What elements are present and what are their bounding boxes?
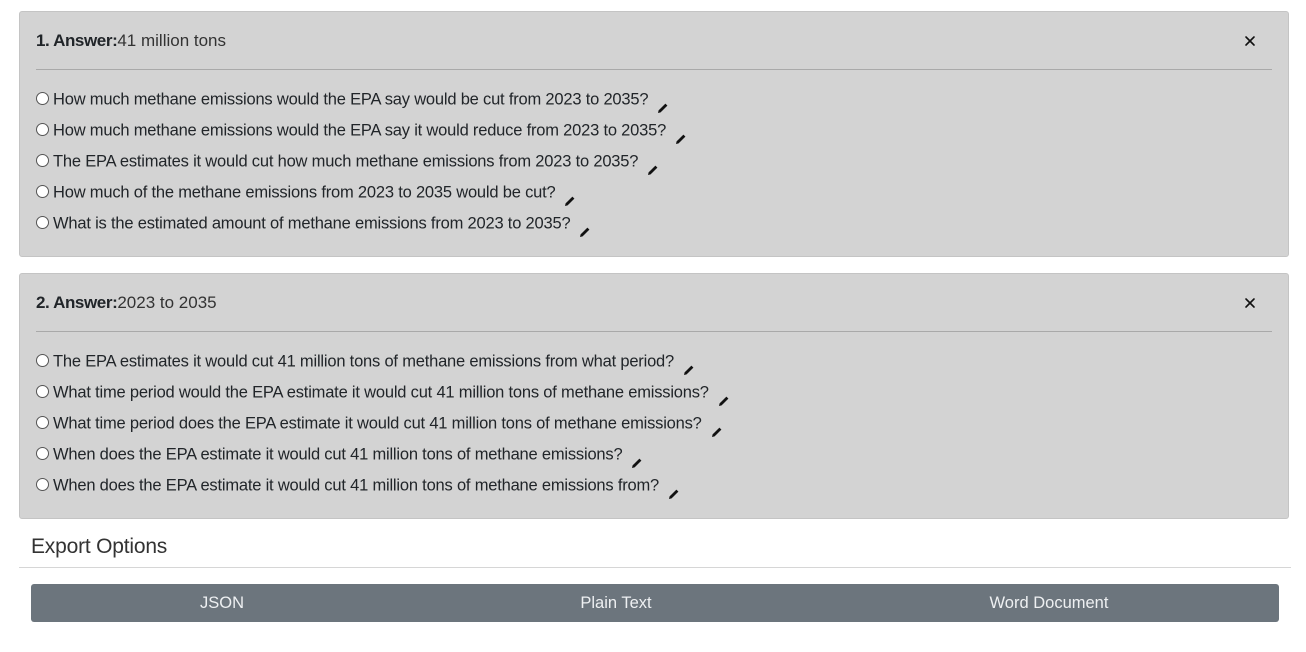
answer-label: 2. Answer: bbox=[36, 293, 118, 312]
radio-button[interactable] bbox=[36, 477, 49, 491]
question-text: What time period does the EPA estimate i… bbox=[53, 414, 702, 433]
export-json-button[interactable]: JSON bbox=[31, 584, 413, 622]
question-item: The EPA estimates it would cut 41 millio… bbox=[36, 348, 730, 379]
question-text: How much methane emissions would the EPA… bbox=[53, 121, 667, 140]
pencil-icon[interactable] bbox=[657, 96, 669, 113]
pencil-icon[interactable] bbox=[718, 389, 730, 406]
question-item: How much methane emissions would the EPA… bbox=[36, 117, 687, 148]
answer-label: 1. Answer: bbox=[36, 31, 118, 50]
answer-value: 2023 to 2035 bbox=[117, 293, 217, 312]
export-options-heading: Export Options bbox=[31, 535, 168, 558]
question-text: How much methane emissions would the EPA… bbox=[53, 90, 649, 109]
question-list: The EPA estimates it would cut 41 millio… bbox=[36, 348, 730, 503]
answer-title: 1. Answer:41 million tons bbox=[36, 31, 226, 51]
question-text: When does the EPA estimate it would cut … bbox=[53, 445, 623, 464]
pencil-icon[interactable] bbox=[564, 189, 576, 206]
radio-button[interactable] bbox=[36, 184, 49, 198]
radio-button[interactable] bbox=[36, 446, 49, 460]
question-item: How much methane emissions would the EPA… bbox=[36, 86, 687, 117]
question-text: How much of the methane emissions from 2… bbox=[53, 183, 556, 202]
question-item: When does the EPA estimate it would cut … bbox=[36, 472, 730, 503]
radio-button[interactable] bbox=[36, 153, 49, 167]
pencil-icon[interactable] bbox=[711, 420, 723, 437]
question-list: How much methane emissions would the EPA… bbox=[36, 86, 687, 241]
question-text: The EPA estimates it would cut 41 millio… bbox=[53, 352, 674, 371]
answer-value: 41 million tons bbox=[117, 31, 227, 50]
pencil-icon[interactable] bbox=[675, 127, 687, 144]
radio-button[interactable] bbox=[36, 415, 49, 429]
export-word-document-button[interactable]: Word Document bbox=[819, 584, 1279, 622]
pencil-icon[interactable] bbox=[647, 158, 659, 175]
pencil-icon[interactable] bbox=[579, 220, 591, 237]
question-item: The EPA estimates it would cut how much … bbox=[36, 148, 687, 179]
close-icon[interactable] bbox=[1242, 295, 1258, 311]
radio-button[interactable] bbox=[36, 215, 49, 229]
answer-card-header: 2. Answer:2023 to 2035 bbox=[36, 274, 1272, 332]
question-item: What time period would the EPA estimate … bbox=[36, 379, 730, 410]
question-item: How much of the methane emissions from 2… bbox=[36, 179, 687, 210]
question-text: When does the EPA estimate it would cut … bbox=[53, 476, 660, 495]
pencil-icon[interactable] bbox=[631, 451, 643, 468]
radio-button[interactable] bbox=[36, 122, 49, 136]
pencil-icon[interactable] bbox=[668, 482, 680, 499]
question-item: What time period does the EPA estimate i… bbox=[36, 410, 730, 441]
question-item: What is the estimated amount of methane … bbox=[36, 210, 687, 241]
answer-card-header: 1. Answer:41 million tons bbox=[36, 12, 1272, 70]
pencil-icon[interactable] bbox=[683, 358, 695, 375]
question-text: What is the estimated amount of methane … bbox=[53, 214, 571, 233]
radio-button[interactable] bbox=[36, 91, 49, 105]
answer-card: 1. Answer:41 million tons How much metha… bbox=[19, 11, 1289, 257]
question-text: The EPA estimates it would cut how much … bbox=[53, 152, 639, 171]
radio-button[interactable] bbox=[36, 353, 49, 367]
radio-button[interactable] bbox=[36, 384, 49, 398]
question-item: When does the EPA estimate it would cut … bbox=[36, 441, 730, 472]
question-text: What time period would the EPA estimate … bbox=[53, 383, 709, 402]
answer-title: 2. Answer:2023 to 2035 bbox=[36, 293, 217, 313]
divider bbox=[19, 567, 1291, 568]
export-plain-text-button[interactable]: Plain Text bbox=[413, 584, 819, 622]
export-button-group: JSON Plain Text Word Document bbox=[31, 584, 1279, 622]
answer-card: 2. Answer:2023 to 2035 The EPA estimates… bbox=[19, 273, 1289, 519]
close-icon[interactable] bbox=[1242, 33, 1258, 49]
